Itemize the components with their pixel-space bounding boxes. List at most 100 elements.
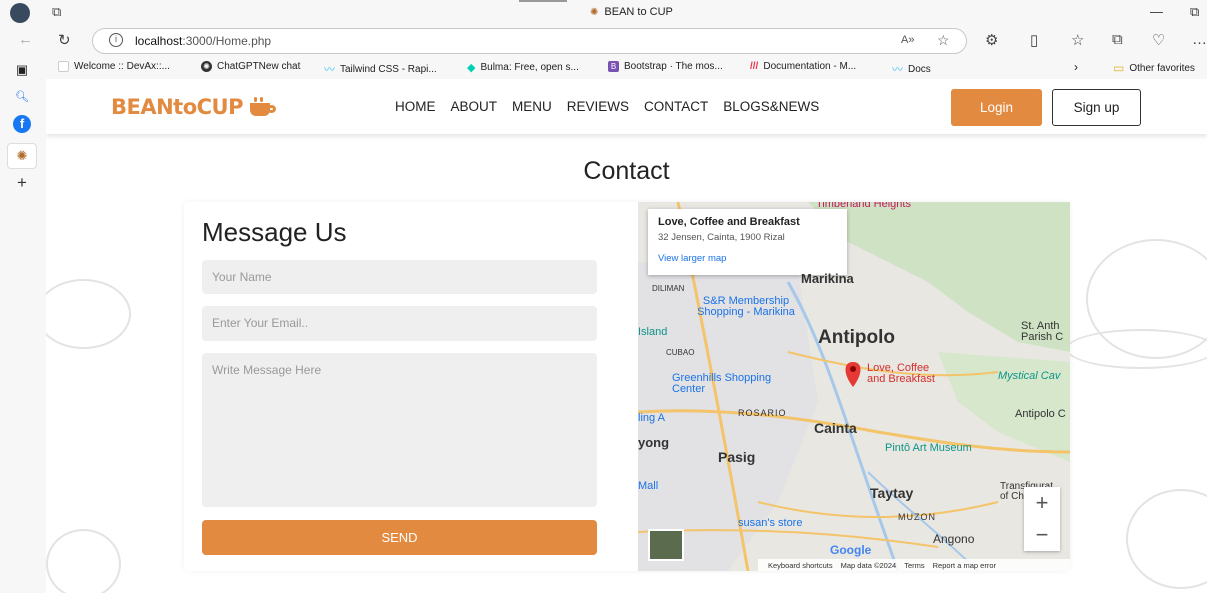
tab-title[interactable]: ✺ BEAN to CUP (590, 6, 673, 18)
satellite-toggle[interactable] (648, 529, 684, 561)
map-label: Pasig (718, 449, 756, 465)
docs-icon: 〰 (892, 64, 903, 76)
browser-essentials-icon[interactable]: ♡ (1152, 31, 1165, 49)
decor-mug-sketch (1066, 329, 1207, 369)
decor-kettle-sketch (1126, 489, 1207, 589)
minimize-icon[interactable]: — (1150, 4, 1163, 19)
decor-latte-sketch (46, 529, 121, 593)
info-icon[interactable]: i (109, 33, 123, 47)
map-label: MUZON (898, 512, 936, 522)
map-label: Greenhills Shopping Center (672, 372, 772, 395)
favorites-icon[interactable]: ☆ (1071, 31, 1084, 49)
address-bar[interactable]: i localhost:3000/Home.php A» ☆ (92, 28, 967, 54)
add-icon[interactable]: + (13, 174, 31, 192)
nav-blogs-news[interactable]: BLOGS&NEWS (723, 99, 819, 114)
chevron-right-icon[interactable]: › (1074, 60, 1078, 74)
google-logo: Google (830, 543, 872, 557)
terms-link[interactable]: Terms (904, 561, 924, 570)
nav-home[interactable]: HOME (395, 99, 436, 114)
map-label: Marikina (801, 271, 854, 286)
login-button[interactable]: Login (951, 89, 1042, 126)
coffee-cup-icon (250, 97, 276, 117)
page-icon (58, 61, 69, 72)
map-label: DILIMAN (652, 284, 685, 293)
page-viewport: BEANtoCUP HOME ABOUT MENU REVIEWS CONTAC… (46, 79, 1207, 593)
refresh-icon[interactable]: ↻ (58, 31, 71, 49)
back-icon[interactable]: ← (18, 31, 33, 48)
popup-title: Love, Coffee and Breakfast (658, 216, 800, 228)
bookmark-tailwind[interactable]: 〰 Tailwind CSS - Rapi... (324, 61, 437, 77)
message-us-title: Message Us (202, 217, 347, 247)
tab-actions-icon[interactable]: ⧉ (52, 4, 61, 20)
browser-titlebar: ⧉ ✺ BEAN to CUP — ⧉ (0, 0, 1207, 25)
map-label: ROSARIO (738, 408, 787, 418)
decor-cup-sketch (46, 279, 131, 349)
bulma-icon: ◆ (467, 62, 476, 74)
site-favicon-icon: ✺ (590, 6, 599, 18)
signup-button[interactable]: Sign up (1052, 89, 1141, 126)
browser-sidebar: ▣ 🔍︎ f ✺ + (0, 57, 46, 593)
read-aloud-icon[interactable]: A» (901, 34, 914, 46)
map-label: CUBAO (666, 348, 695, 357)
map-zoom-control: + − (1024, 487, 1060, 551)
url-host: localhost (135, 34, 183, 48)
bookmark-bulma[interactable]: ◆ Bulma: Free, open s... (467, 61, 579, 74)
bookmarks-bar: Welcome :: DevAx::... ✺ ChatGPTNew chat 〰… (46, 57, 1207, 79)
map-label: yong (638, 435, 670, 450)
bookmark-devax[interactable]: Welcome :: DevAx::... (58, 61, 170, 72)
location-map[interactable]: Love, Coffee and Breakfast 32 Jensen, Ca… (638, 202, 1070, 571)
view-larger-map-link[interactable]: View larger map (658, 253, 837, 264)
contact-card: Message Us Your Name Enter Your Email.. … (184, 202, 1070, 571)
facebook-icon[interactable]: f (13, 115, 31, 133)
map-label: Antipolo (818, 327, 896, 348)
search-icon[interactable]: 🔍︎ (13, 88, 31, 106)
bookmark-mdn[interactable]: ///Documentation - M... (750, 61, 856, 72)
nav-contact[interactable]: CONTACT (644, 99, 708, 114)
bookmark-bootstrap[interactable]: B Bootstrap · The mos... (608, 61, 723, 72)
name-input[interactable]: Your Name (202, 260, 597, 294)
map-label: Mall (638, 480, 659, 492)
main-menu: HOME ABOUT MENU REVIEWS CONTACT BLOGS&NE… (395, 99, 819, 114)
sidebar-toggle-icon[interactable]: ▣ (13, 61, 31, 79)
nav-about[interactable]: ABOUT (451, 99, 498, 114)
bookmark-docs[interactable]: 〰 Docs (892, 61, 931, 77)
map-label: Taytay (870, 485, 914, 501)
restore-icon[interactable]: ⧉ (1190, 4, 1199, 20)
map-label: Island (638, 326, 668, 338)
send-button[interactable]: SEND (202, 520, 597, 555)
bootstrap-icon: B (608, 61, 619, 72)
nav-menu[interactable]: MENU (512, 99, 552, 114)
bookmark-other-favorites[interactable]: ▭ Other favorites (1113, 61, 1195, 75)
tab-title-text: BEAN to CUP (604, 6, 673, 18)
keyboard-shortcuts-link[interactable]: Keyboard shortcuts (768, 561, 833, 570)
folder-icon: ▭ (1113, 61, 1125, 75)
zoom-in-button[interactable]: + (1024, 487, 1060, 519)
map-label: Pintô Art Museum (885, 442, 972, 454)
chatgpt-icon: ✺ (201, 61, 212, 72)
site-logo[interactable]: BEANtoCUP (111, 95, 276, 119)
favorite-star-icon[interactable]: ☆ (937, 32, 950, 49)
split-screen-icon[interactable]: ▯ (1030, 31, 1038, 49)
nav-reviews[interactable]: REVIEWS (567, 99, 629, 114)
map-label: St. Anth Parish C (1021, 320, 1064, 343)
collections-icon[interactable]: ⧉ (1112, 31, 1123, 48)
map-label: Love, Coffee and Breakfast (867, 362, 935, 385)
map-label: ling A (638, 412, 665, 424)
site-sidebar-icon[interactable]: ✺ (7, 143, 37, 169)
email-input[interactable]: Enter Your Email.. (202, 306, 597, 341)
map-info-popup: Love, Coffee and Breakfast 32 Jensen, Ca… (648, 209, 847, 275)
map-label: Antipolo C (1015, 408, 1066, 420)
mdn-icon: /// (750, 61, 759, 72)
map-label: Mystical Cav (998, 370, 1061, 382)
url-path: :3000/Home.php (182, 34, 272, 48)
bookmark-chatgpt[interactable]: ✺ ChatGPTNew chat (201, 61, 300, 72)
profile-avatar[interactable] (10, 3, 30, 23)
message-textarea[interactable]: Write Message Here (202, 353, 597, 507)
more-menu-icon[interactable]: … (1192, 31, 1207, 48)
report-error-link[interactable]: Report a map error (933, 561, 996, 570)
zoom-out-button[interactable]: − (1024, 519, 1060, 551)
extensions-icon[interactable]: ⚙ (985, 31, 998, 49)
active-tab-indicator (519, 0, 567, 2)
map-label: Cainta (814, 420, 857, 436)
map-data-text: Map data ©2024 (840, 560, 897, 570)
